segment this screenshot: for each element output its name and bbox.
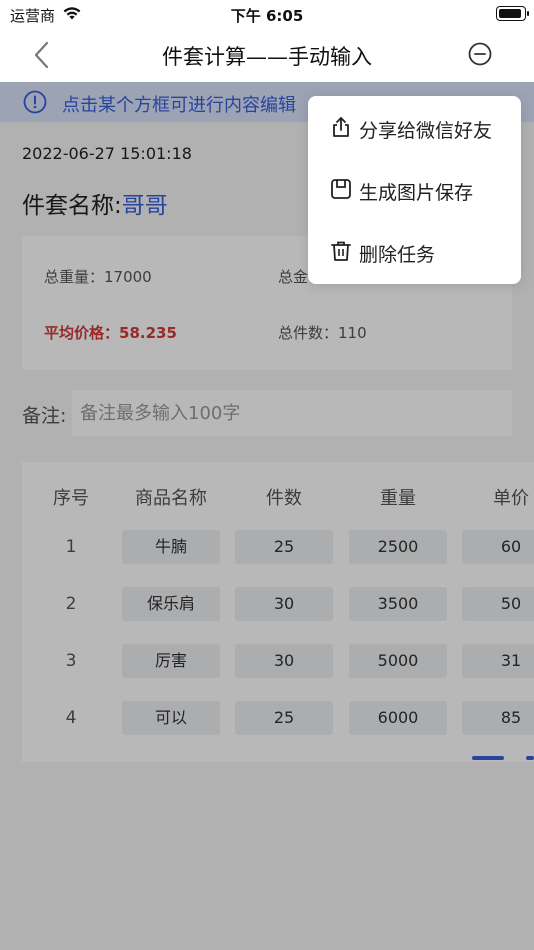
menu-item-save-image[interactable]: 生成图片保存 bbox=[308, 158, 521, 220]
nav-bar: 件套计算——手动输入 bbox=[0, 28, 534, 82]
menu-item-label: 分享给微信好友 bbox=[359, 120, 493, 142]
menu-item-label: 生成图片保存 bbox=[359, 182, 474, 204]
more-minus-circle-icon[interactable] bbox=[468, 42, 492, 66]
battery-icon bbox=[496, 6, 529, 21]
trash-icon bbox=[329, 239, 353, 263]
page-title: 件套计算——手动输入 bbox=[162, 45, 372, 69]
menu-item-label: 删除任务 bbox=[359, 244, 436, 266]
share-icon bbox=[329, 115, 353, 139]
clock: 下午 6:05 bbox=[230, 7, 304, 25]
save-image-icon bbox=[329, 177, 353, 201]
status-bar: 运营商 下午 6:05 bbox=[0, 0, 534, 28]
menu-item-delete-task[interactable]: 删除任务 bbox=[308, 220, 521, 282]
menu-item-share-wechat[interactable]: 分享给微信好友 bbox=[308, 96, 521, 158]
action-menu: 分享给微信好友 生成图片保存 删除任务 bbox=[308, 96, 521, 284]
